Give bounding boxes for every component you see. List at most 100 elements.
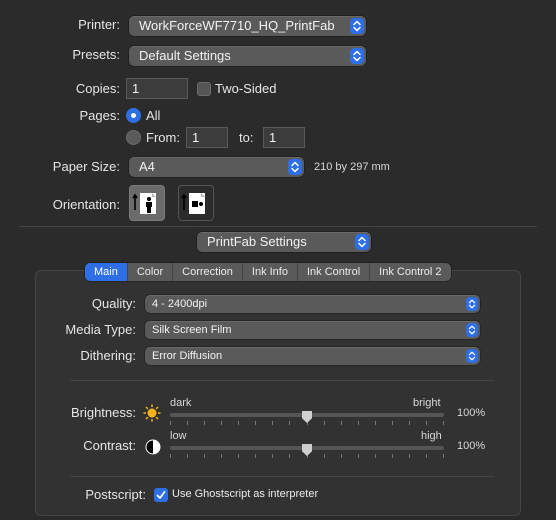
media-type-value: Silk Screen Film <box>152 324 232 336</box>
contrast-value: 100% <box>457 440 486 452</box>
chevron-updown-icon <box>350 48 364 64</box>
orientation-label: Orientation: <box>52 197 120 212</box>
pages-label: Pages: <box>79 108 120 123</box>
printer-value: WorkForceWF7710_HQ_PrintFab <box>139 18 335 33</box>
paper-size-label: Paper Size: <box>52 159 120 174</box>
paper-size-value: A4 <box>139 159 155 174</box>
separator <box>19 226 537 227</box>
slider-tick <box>358 421 359 425</box>
presets-value: Default Settings <box>139 48 231 63</box>
tab-main[interactable]: Main <box>85 263 128 281</box>
slider-tick <box>272 421 273 425</box>
copies-label: Copies: <box>75 81 120 96</box>
slider-tick <box>443 454 444 458</box>
slider-tick <box>238 421 239 425</box>
slider-tick <box>187 421 188 425</box>
chevron-updown-icon <box>466 297 478 311</box>
brightness-max-label: bright <box>413 397 441 409</box>
ghostscript-checkbox[interactable] <box>154 488 168 502</box>
copies-field[interactable]: 1 <box>126 78 188 99</box>
slider-tick <box>358 454 359 458</box>
slider-tick <box>392 421 393 425</box>
brightness-value: 100% <box>457 407 486 419</box>
slider-tick <box>375 454 376 458</box>
slider-tick <box>426 421 427 425</box>
panel-separator <box>70 476 494 477</box>
tab-ink-control-2[interactable]: Ink Control 2 <box>370 263 450 281</box>
slider-tick <box>443 421 444 425</box>
quality-value: 4 - 2400dpi <box>152 298 208 310</box>
slider-tick <box>170 454 171 458</box>
slider-tick <box>272 454 273 458</box>
dithering-label: Dithering: <box>80 348 136 363</box>
contrast-icon <box>145 439 161 455</box>
slider-tick <box>187 454 188 458</box>
brightness-min-label: dark <box>170 397 192 409</box>
slider-tick <box>204 454 205 458</box>
slider-tick <box>375 421 376 425</box>
dithering-value: Error Diffusion <box>152 350 223 362</box>
quality-label: Quality: <box>91 296 136 311</box>
printer-label: Printer: <box>78 17 120 32</box>
landscape-icon <box>181 193 205 214</box>
tab-correction[interactable]: Correction <box>173 263 243 281</box>
presets-label: Presets: <box>72 47 120 62</box>
slider-tick <box>409 454 410 458</box>
slider-tick <box>170 421 171 425</box>
paper-size-popup[interactable]: A4 <box>129 157 304 177</box>
slider-tick <box>409 421 410 425</box>
media-type-popup[interactable]: Silk Screen Film <box>145 321 480 339</box>
chevron-updown-icon <box>466 323 478 337</box>
tab-ink-control[interactable]: Ink Control <box>298 263 371 281</box>
pages-from-field[interactable]: 1 <box>186 127 228 148</box>
slider-tick <box>324 454 325 458</box>
pages-to-field[interactable]: 1 <box>263 127 305 148</box>
two-sided-label: Two-Sided <box>215 81 277 96</box>
dithering-popup[interactable]: Error Diffusion <box>145 347 480 365</box>
media-type-label: Media Type: <box>65 322 136 337</box>
brightness-label: Brightness: <box>70 405 136 420</box>
slider-tick <box>324 421 325 425</box>
chevron-updown-icon <box>288 159 302 175</box>
pages-all-label: All <box>146 108 161 123</box>
slider-tick <box>238 454 239 458</box>
section-menu-value: PrintFab Settings <box>207 234 307 249</box>
contrast-min-label: low <box>170 430 187 442</box>
panel-separator <box>70 380 494 381</box>
chevron-updown-icon <box>350 18 364 34</box>
slider-tick <box>204 421 205 425</box>
slider-tick <box>289 454 290 458</box>
chevron-updown-icon <box>355 234 369 250</box>
slider-tick <box>255 454 256 458</box>
slider-tick <box>341 421 342 425</box>
slider-tick <box>221 421 222 425</box>
presets-popup[interactable]: Default Settings <box>129 46 366 66</box>
orientation-portrait-button[interactable] <box>129 185 165 221</box>
portrait-icon <box>132 193 156 214</box>
chevron-updown-icon <box>466 349 478 363</box>
pages-all-radio[interactable] <box>126 108 141 123</box>
ghostscript-label: Use Ghostscript as interpreter <box>172 488 319 500</box>
tab-color[interactable]: Color <box>128 263 174 281</box>
pages-range-radio[interactable] <box>126 130 141 145</box>
orientation-landscape-button[interactable] <box>178 185 214 221</box>
contrast-label: Contrast: <box>83 438 136 453</box>
sun-icon <box>143 404 161 422</box>
slider-tick <box>426 454 427 458</box>
slider-tick <box>221 454 222 458</box>
slider-tick <box>289 421 290 425</box>
slider-tick <box>392 454 393 458</box>
two-sided-checkbox[interactable] <box>197 82 211 96</box>
pages-from-label: From: <box>146 130 180 145</box>
quality-popup[interactable]: 4 - 2400dpi <box>145 295 480 313</box>
printer-popup[interactable]: WorkForceWF7710_HQ_PrintFab <box>129 16 366 36</box>
paper-dimensions: 210 by 297 mm <box>314 161 390 173</box>
section-menu-popup[interactable]: PrintFab Settings <box>197 232 371 252</box>
slider-tick <box>255 421 256 425</box>
pages-to-label: to: <box>239 130 254 145</box>
slider-tick <box>341 454 342 458</box>
postscript-label: Postscript: <box>85 487 146 502</box>
checkmark-icon <box>156 491 166 499</box>
contrast-max-label: high <box>421 430 442 442</box>
tab-ink-info[interactable]: Ink Info <box>243 263 298 281</box>
